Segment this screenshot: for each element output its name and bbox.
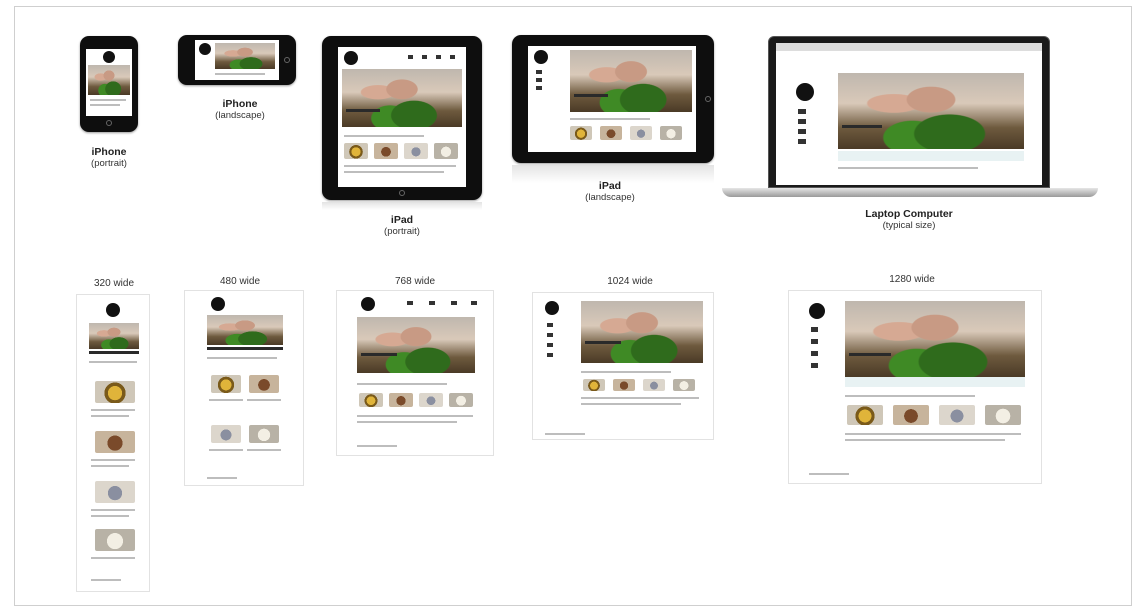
site-logo xyxy=(534,50,548,64)
site-logo xyxy=(796,83,814,101)
site-logo xyxy=(344,51,358,65)
caption-subtitle: (typical size) xyxy=(882,220,936,231)
caption-title: iPad xyxy=(598,180,622,192)
hero-image xyxy=(357,317,475,373)
width-label-1024: 1024 wide xyxy=(607,276,653,287)
caption-ipad-portrait: iPad (portrait) xyxy=(362,214,442,238)
ipad-landscape-device xyxy=(512,35,714,163)
iphone-portrait-device xyxy=(80,36,138,132)
ipad-portrait-reflection xyxy=(322,202,482,210)
home-button xyxy=(705,96,711,102)
caption-subtitle: (portrait) xyxy=(91,158,127,169)
caption-title: iPhone xyxy=(222,98,258,110)
site-logo xyxy=(809,303,825,319)
home-button xyxy=(284,57,290,63)
iphone-portrait-screen xyxy=(86,49,132,116)
caption-laptop: Laptop Computer (typical size) xyxy=(844,208,974,232)
caption-title: iPhone xyxy=(91,146,127,158)
width-label-768: 768 wide xyxy=(394,276,436,287)
caption-title: iPad xyxy=(390,214,414,226)
hero-image xyxy=(88,65,130,95)
caption-subtitle: (landscape) xyxy=(585,192,635,203)
site-logo xyxy=(361,297,375,311)
caption-subtitle: (portrait) xyxy=(384,226,420,237)
hero-image xyxy=(89,323,139,349)
layout-768-mockup xyxy=(336,290,494,456)
home-button xyxy=(106,120,112,126)
width-label-480: 480 wide xyxy=(219,276,261,287)
site-logo xyxy=(103,51,115,63)
laptop-base xyxy=(722,188,1098,197)
caption-iphone-portrait: iPhone (portrait) xyxy=(72,146,146,170)
hero-image xyxy=(845,301,1025,377)
ipad-landscape-screen xyxy=(528,46,696,152)
laptop-screen xyxy=(776,43,1042,185)
site-logo xyxy=(106,303,120,317)
iphone-landscape-screen xyxy=(195,40,279,80)
layout-1280-mockup xyxy=(788,290,1042,484)
layout-320-mockup xyxy=(76,294,150,592)
hero-image xyxy=(581,301,703,363)
hero-image xyxy=(838,73,1024,149)
hero-image xyxy=(207,315,283,345)
width-label-1280: 1280 wide xyxy=(889,274,935,285)
ipad-portrait-device xyxy=(322,36,482,200)
caption-ipad-landscape: iPad (landscape) xyxy=(565,180,655,204)
hero-image xyxy=(342,69,462,127)
caption-title: Laptop Computer xyxy=(865,208,953,220)
site-logo xyxy=(211,297,225,311)
ipad-portrait-screen xyxy=(338,47,466,187)
site-logo xyxy=(199,43,211,55)
layout-480-mockup xyxy=(184,290,304,486)
hero-image xyxy=(570,50,692,112)
site-logo xyxy=(545,301,559,315)
width-label-320: 320 wide xyxy=(93,278,135,289)
iphone-landscape-device xyxy=(178,35,296,85)
layout-1024-mockup xyxy=(532,292,714,440)
home-button xyxy=(399,190,405,196)
caption-subtitle: (landscape) xyxy=(215,110,265,121)
laptop-lid xyxy=(768,36,1050,188)
hero-image xyxy=(215,43,275,69)
caption-iphone-landscape: iPhone (landscape) xyxy=(200,98,280,122)
